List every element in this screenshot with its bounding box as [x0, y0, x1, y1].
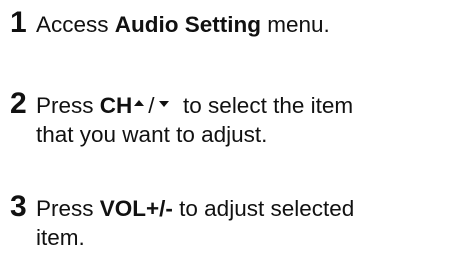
button-name: VOL+/-: [99, 196, 173, 221]
text-suffix: to adjust selected: [172, 196, 355, 221]
triangle-up-icon: [134, 100, 145, 107]
text-suffix: to select the item: [170, 93, 354, 118]
text-prefix: Press: [36, 196, 100, 221]
text-prefix: Press: [36, 93, 100, 118]
text-prefix: Access: [36, 12, 115, 37]
instruction-line-2: that you want to adjust.: [36, 122, 268, 147]
instruction-line-1: Press VOL+/- to adjust selected: [36, 194, 354, 223]
instruction-line-1: Press CH / to select the item: [36, 91, 353, 120]
separator: /: [148, 93, 155, 118]
step-instruction: Press CH / to select the item that you wa…: [36, 91, 353, 149]
step-number: 1: [10, 6, 27, 39]
button-name: CH: [99, 93, 133, 118]
instruction-line-2: item.: [36, 225, 85, 250]
step-number: 3: [10, 190, 27, 223]
step-instruction: Press VOL+/- to adjust selected item.: [36, 194, 354, 252]
instruction-line-1: Access Audio Setting menu.: [36, 10, 330, 39]
menu-name: Audio Setting: [114, 12, 262, 37]
triangle-down-icon: [158, 101, 169, 108]
step-number: 2: [10, 87, 27, 120]
step-instruction: Access Audio Setting menu.: [36, 10, 330, 39]
text-suffix: menu.: [261, 12, 330, 37]
